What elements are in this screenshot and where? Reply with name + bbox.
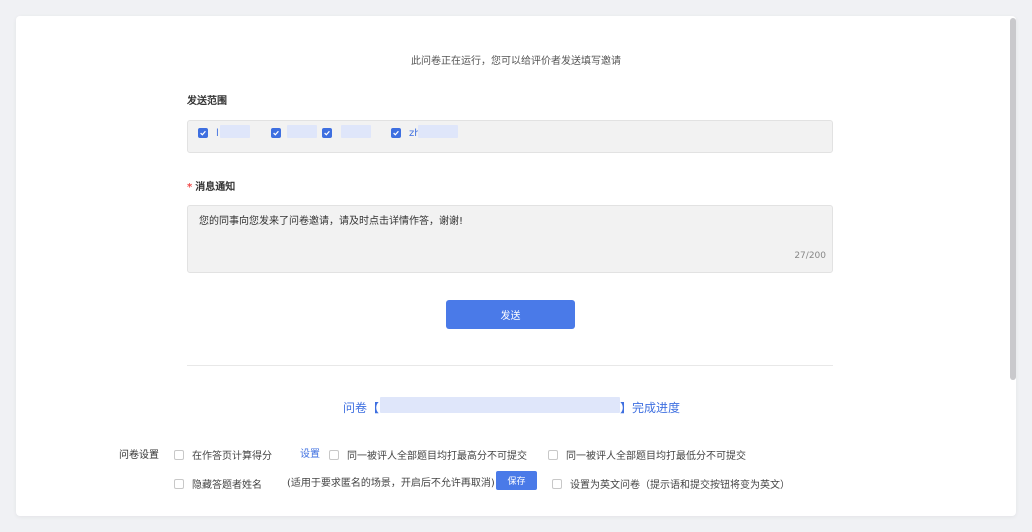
recipient-name: l <box>216 127 219 139</box>
recipient-item[interactable]: zh <box>391 126 421 140</box>
checkbox-checked-icon[interactable] <box>271 128 281 138</box>
option-english[interactable]: 设置为英文问卷（提示语和提交按钮将变为英文） <box>552 476 790 491</box>
survey-settings-label: 问卷设置 <box>119 450 159 461</box>
option-text: 隐藏答题者姓名 <box>192 480 262 491</box>
recipient-item[interactable] <box>322 126 340 140</box>
send-button[interactable]: 发送 <box>446 300 575 329</box>
checkbox-icon[interactable] <box>174 449 184 460</box>
redacted-name <box>418 125 458 138</box>
message-label-text: 消息通知 <box>195 182 236 193</box>
checkbox-checked-icon[interactable] <box>198 128 208 138</box>
option-block-max-score[interactable]: 同一被评人全部题目均打最高分不可提交 <box>329 447 527 462</box>
redacted-survey-name <box>380 397 620 413</box>
send-scope-label: 发送范围 <box>187 96 227 107</box>
checkbox-icon[interactable] <box>174 478 184 489</box>
anonymous-hint: (适用于要求匿名的场景，开启后不允许再取消) <box>287 478 495 489</box>
redacted-name <box>220 125 250 138</box>
checkbox-icon[interactable] <box>552 478 562 489</box>
divider <box>187 365 833 366</box>
config-link[interactable]: 设置 <box>300 445 320 460</box>
scrollbar[interactable] <box>1010 18 1016 380</box>
option-calc-score[interactable]: 在作答页计算得分 <box>174 447 272 462</box>
checkbox-checked-icon[interactable] <box>322 128 332 138</box>
running-notice: 此问卷正在运行，您可以给评价者发送填写邀请 <box>411 56 621 67</box>
redacted-name <box>287 125 317 138</box>
option-text: 同一被评人全部题目均打最高分不可提交 <box>347 451 527 462</box>
required-mark: * <box>187 182 193 193</box>
message-textarea[interactable]: 您的同事向您发来了问卷邀请，请及时点击详情作答，谢谢! 27/200 <box>187 205 833 273</box>
checkbox-icon[interactable] <box>329 449 339 460</box>
redacted-name <box>341 125 371 138</box>
recipient-item[interactable]: l <box>198 126 219 140</box>
option-block-min-score[interactable]: 同一被评人全部题目均打最低分不可提交 <box>548 447 746 462</box>
progress-title-prefix: 问卷【 <box>343 401 380 415</box>
option-text: 在作答页计算得分 <box>192 451 272 462</box>
message-label: * 消息通知 <box>187 178 235 193</box>
checkbox-icon[interactable] <box>548 449 558 460</box>
progress-title-suffix: 】完成进度 <box>620 401 681 415</box>
checkbox-checked-icon[interactable] <box>391 128 401 138</box>
option-hide-name[interactable]: 隐藏答题者姓名 <box>174 476 262 491</box>
message-text: 您的同事向您发来了问卷邀请，请及时点击详情作答，谢谢! <box>199 216 464 227</box>
option-text: 同一被评人全部题目均打最低分不可提交 <box>566 451 746 462</box>
option-text: 设置为英文问卷（提示语和提交按钮将变为英文） <box>570 480 790 491</box>
save-button[interactable]: 保存 <box>496 471 537 490</box>
char-count: 27/200 <box>794 251 826 261</box>
